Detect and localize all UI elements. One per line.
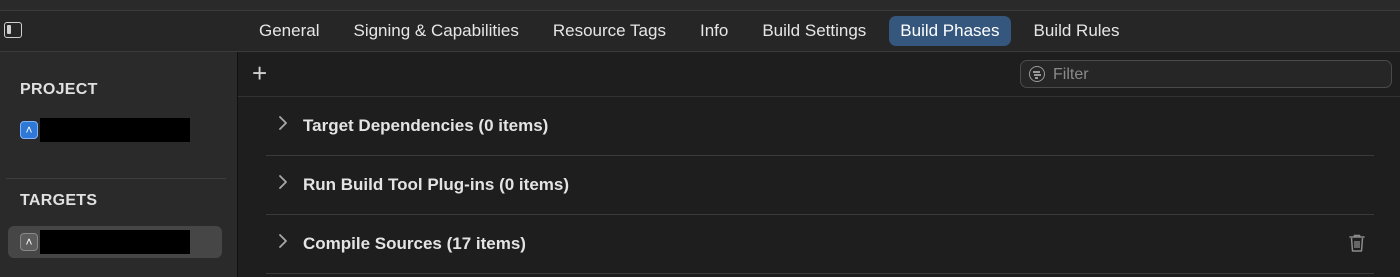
phase-row-target-dependencies[interactable]: Target Dependencies (0 items) <box>266 97 1374 156</box>
window-top-strip <box>0 0 1400 11</box>
tab-build-settings[interactable]: Build Settings <box>751 16 877 46</box>
tab-info[interactable]: Info <box>689 16 739 46</box>
tab-build-rules[interactable]: Build Rules <box>1023 16 1131 46</box>
disclosure-chevron-icon[interactable] <box>278 174 288 190</box>
targets-section-header: TARGETS <box>20 192 98 209</box>
target-app-icon: ˄ <box>20 233 38 251</box>
phase-label: Target Dependencies (0 items) <box>303 116 549 135</box>
filter-icon <box>1029 66 1045 82</box>
tab-general[interactable]: General <box>248 16 330 46</box>
tab-build-phases[interactable]: Build Phases <box>889 16 1011 46</box>
phase-label: Run Build Tool Plug-ins (0 items) <box>303 175 570 194</box>
redacted-target-name <box>40 230 190 254</box>
redacted-project-name <box>40 118 190 142</box>
tab-signing-capabilities[interactable]: Signing & Capabilities <box>342 16 529 46</box>
disclosure-chevron-icon[interactable] <box>278 233 288 249</box>
tab-resource-tags[interactable]: Resource Tags <box>542 16 677 46</box>
project-app-icon: ˄ <box>20 121 38 139</box>
phase-row-run-build-tool-plugins[interactable]: Run Build Tool Plug-ins (0 items) <box>266 156 1374 215</box>
build-phases-editor: + Target Dependencies (0 items) Run Buil… <box>238 52 1400 277</box>
filter-field[interactable] <box>1020 60 1392 88</box>
phase-row-compile-sources[interactable]: Compile Sources (17 items) <box>266 215 1374 274</box>
add-build-phase-button[interactable]: + <box>252 59 267 87</box>
disclosure-chevron-icon[interactable] <box>278 115 288 131</box>
phase-label: Compile Sources (17 items) <box>303 234 526 253</box>
project-item[interactable]: ˄ <box>18 118 190 142</box>
editor-tab-bar: General Signing & Capabilities Resource … <box>0 11 1400 52</box>
filter-input[interactable] <box>1051 64 1385 86</box>
sidebar-toggle-icon[interactable] <box>4 22 22 38</box>
phases-toolbar: + <box>238 52 1400 97</box>
project-section-header: PROJECT <box>20 81 98 98</box>
sidebar-divider <box>6 178 226 179</box>
tab-list: General Signing & Capabilities Resource … <box>248 16 1143 46</box>
project-navigator-pane: PROJECT ˄ TARGETS ˄ <box>0 52 238 277</box>
target-item-selected[interactable]: ˄ <box>8 226 222 258</box>
trash-icon[interactable] <box>1348 233 1366 253</box>
